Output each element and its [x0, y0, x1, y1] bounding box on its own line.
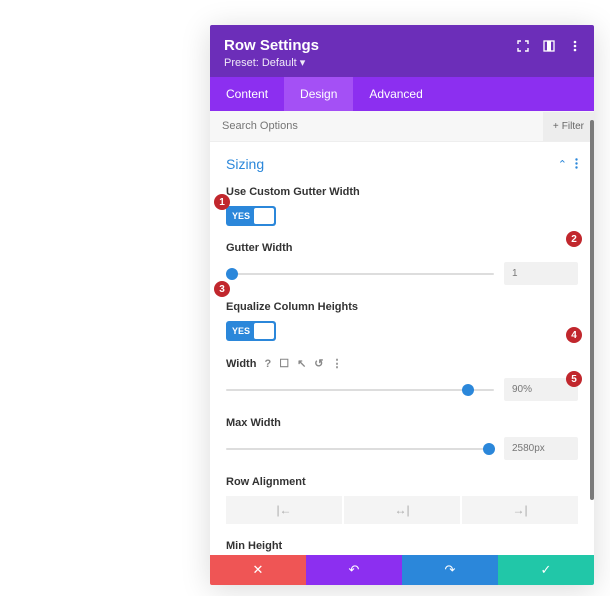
- max-width-slider[interactable]: [226, 442, 494, 456]
- field-gutter-width: Gutter Width 1: [226, 242, 578, 285]
- panel-body[interactable]: Sizing ⌃ Use Custom Gutter Width YES Gut…: [210, 142, 594, 555]
- field-row-alignment: Row Alignment |← ↔| →|: [226, 476, 578, 524]
- equalize-toggle[interactable]: YES: [226, 321, 276, 341]
- field-equalize: Equalize Column Heights YES: [226, 301, 578, 341]
- scrollbar[interactable]: [590, 120, 594, 500]
- chevron-down-icon: ▾: [300, 56, 306, 69]
- field-max-width: Max Width 2580px: [226, 417, 578, 460]
- tab-advanced[interactable]: Advanced: [353, 77, 438, 111]
- field-custom-gutter: Use Custom Gutter Width YES: [226, 186, 578, 226]
- align-left-button[interactable]: |←: [226, 496, 342, 524]
- search-row: + Filter: [210, 111, 594, 142]
- max-width-label: Max Width: [226, 417, 578, 429]
- section-more-icon[interactable]: [575, 156, 578, 172]
- save-button[interactable]: ✓: [498, 555, 594, 585]
- min-height-label: Min Height: [226, 540, 578, 552]
- undo-button[interactable]: ↶: [306, 555, 402, 585]
- width-label: Width: [226, 358, 256, 370]
- equalize-label: Equalize Column Heights: [226, 301, 578, 313]
- custom-gutter-label: Use Custom Gutter Width: [226, 186, 578, 198]
- snap-icon[interactable]: [542, 39, 556, 53]
- field-min-height: Min Height auto: [226, 540, 578, 555]
- plus-icon: +: [553, 121, 559, 132]
- align-center-button[interactable]: ↔|: [344, 496, 460, 524]
- panel-footer: ✕ ↶ ↷ ✓: [210, 555, 594, 585]
- toggle-knob: [254, 208, 274, 224]
- preset-value: Default: [262, 57, 297, 69]
- tab-design[interactable]: Design: [284, 77, 353, 111]
- annotation-3: 3: [214, 281, 230, 297]
- gutter-width-value[interactable]: 1: [504, 262, 578, 285]
- toggle-yes-label: YES: [226, 211, 250, 221]
- toggle-yes-label: YES: [226, 326, 250, 336]
- gutter-width-slider[interactable]: [226, 267, 494, 281]
- chevron-up-icon[interactable]: ⌃: [558, 158, 567, 171]
- expand-icon[interactable]: [516, 39, 530, 53]
- field-width: Width ? ☐ ↖ ↺ ⋮ 90%: [226, 357, 578, 401]
- annotation-5: 5: [566, 371, 582, 387]
- help-icon[interactable]: ?: [264, 358, 271, 370]
- gutter-width-label: Gutter Width: [226, 242, 578, 254]
- tab-content[interactable]: Content: [210, 77, 284, 111]
- phone-icon[interactable]: ☐: [279, 357, 289, 370]
- annotation-2: 2: [566, 231, 582, 247]
- section-title: Sizing: [226, 156, 264, 172]
- filter-button[interactable]: + Filter: [543, 112, 594, 141]
- search-input[interactable]: [210, 111, 543, 141]
- reset-icon[interactable]: ↺: [314, 357, 323, 370]
- preset-selector[interactable]: Preset: Default ▾: [224, 56, 580, 69]
- section-header-sizing[interactable]: Sizing ⌃: [226, 156, 578, 172]
- annotation-1: 1: [214, 194, 230, 210]
- align-right-button[interactable]: →|: [462, 496, 578, 524]
- hover-icon[interactable]: ↖: [297, 357, 306, 370]
- more-icon[interactable]: [568, 39, 582, 53]
- preset-label: Preset:: [224, 57, 259, 69]
- row-settings-panel: Row Settings Preset: Default ▾ Content D…: [210, 25, 594, 585]
- width-slider[interactable]: [226, 383, 494, 397]
- row-alignment-label: Row Alignment: [226, 476, 578, 488]
- custom-gutter-toggle[interactable]: YES: [226, 206, 276, 226]
- redo-button[interactable]: ↷: [402, 555, 498, 585]
- cancel-button[interactable]: ✕: [210, 555, 306, 585]
- max-width-value[interactable]: 2580px: [504, 437, 578, 460]
- more-icon[interactable]: ⋮: [332, 357, 343, 370]
- toggle-knob: [254, 323, 274, 339]
- tabs: Content Design Advanced: [210, 77, 594, 111]
- filter-label: Filter: [562, 121, 584, 132]
- annotation-4: 4: [566, 327, 582, 343]
- panel-header: Row Settings Preset: Default ▾: [210, 25, 594, 77]
